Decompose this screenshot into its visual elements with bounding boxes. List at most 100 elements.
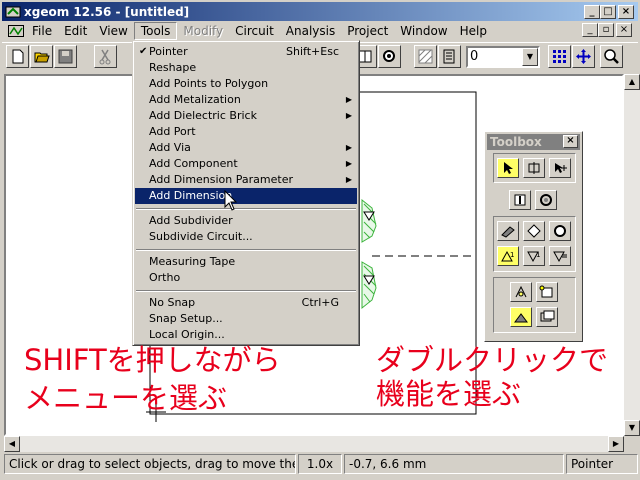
vertical-scrollbar[interactable]: ▲ ▼ [624,74,640,436]
open-icon[interactable] [30,45,53,68]
menu-item-add-points[interactable]: Add Points to Polygon [135,76,357,92]
menu-item-snap-setup[interactable]: Snap Setup... [135,311,357,327]
menu-project[interactable]: Project [341,22,394,40]
chevron-down-icon[interactable]: ▼ [522,48,538,66]
menu-modify[interactable]: Modify [177,22,229,40]
doc-icon[interactable] [6,23,26,39]
menu-item-add-metalization[interactable]: Add Metalization ▶ [135,92,357,108]
annotation-right-line1: ダブルクリックで [376,343,609,377]
horizontal-scrollbar[interactable]: ◀ ▶ [4,436,624,452]
menu-item-measuring-tape[interactable]: Measuring Tape [135,254,357,270]
save-icon[interactable] [54,45,77,68]
submenu-arrow-icon: ▶ [345,95,352,104]
port-down-tool-icon[interactable]: 1 [523,246,545,266]
menu-item-add-dimension-parameter[interactable]: Add Dimension Parameter ▶ [135,172,357,188]
menu-separator [135,204,357,213]
zoom-icon[interactable] [600,45,623,68]
submenu-arrow-icon: ▶ [345,111,352,120]
submenu-arrow-icon: ▶ [345,143,352,152]
menu-item-local-origin[interactable]: Local Origin... [135,327,357,343]
annotation-right-line2: 機能を選ぶ [376,377,522,411]
status-mode: Pointer [566,454,638,474]
menu-item-subdivide-circuit[interactable]: Subdivide Circuit... [135,229,357,245]
toolbox-group-add: 1 1 [493,216,576,272]
svg-text:1: 1 [510,251,514,259]
level-value: 0 [470,49,479,64]
mouse-cursor-icon [224,190,238,211]
ring-tool-icon[interactable] [535,190,557,210]
pan-icon[interactable] [572,45,595,68]
close-button[interactable]: × [618,5,634,19]
title-bar[interactable]: xgeom 12.56 - [untitled] _ □ × [2,2,638,21]
menu-file[interactable]: File [26,22,58,40]
origin-tool-icon[interactable] [536,282,558,302]
svg-text:1: 1 [536,251,540,259]
menu-tools[interactable]: Tools [133,22,178,40]
via-tool-icon[interactable] [509,190,531,210]
scroll-corner [624,436,640,452]
level-select[interactable]: 0 ▼ [466,46,540,68]
menu-window[interactable]: Window [394,22,453,40]
scroll-left-icon[interactable]: ◀ [4,436,20,452]
menu-item-add-component[interactable]: Add Component ▶ [135,156,357,172]
hatch-fill-tool-icon[interactable] [510,307,532,327]
gear-icon[interactable] [378,45,401,68]
menu-analysis[interactable]: Analysis [280,22,341,40]
annotation-left-line2: メニューを選ぶ [24,381,228,415]
menu-item-reshape[interactable]: Reshape [135,60,357,76]
scroll-down-icon[interactable]: ▼ [624,420,640,436]
menu-separator [135,245,357,254]
status-bar: Click or drag to select objects, drag to… [0,452,640,476]
menu-item-add-dielectric[interactable]: Add Dielectric Brick ▶ [135,108,357,124]
component-tool-icon[interactable] [549,221,571,241]
toolbox-group-misc [493,277,576,333]
app-icon[interactable] [5,4,21,20]
menu-separator [135,286,357,295]
doc-minimize-button[interactable]: _ [582,23,598,37]
layer-tool-icon[interactable] [536,307,558,327]
status-zoom: 1.0x [298,454,342,474]
new-icon[interactable] [6,45,29,68]
menu-bar: File Edit View Tools Modify Circuit Anal… [2,21,638,41]
menu-item-pointer[interactable]: ✔ Pointer Shift+Esc [135,44,357,60]
port-equal-tool-icon[interactable] [549,246,571,266]
cut-icon[interactable] [94,45,117,68]
menu-help[interactable]: Help [454,22,493,40]
menu-item-add-dimension[interactable]: Add Dimension [135,188,357,204]
menu-edit[interactable]: Edit [58,22,93,40]
scroll-up-icon[interactable]: ▲ [624,74,640,90]
grid-icon[interactable] [548,45,571,68]
menu-item-add-subdivider[interactable]: Add Subdivider [135,213,357,229]
tape-tool-icon[interactable] [510,282,532,302]
tools-dropdown-menu: ✔ Pointer Shift+Esc Reshape Add Points to … [132,40,360,346]
annotation-left-line1: SHIFTを押しながら [24,343,281,377]
hatch-icon[interactable] [414,45,437,68]
toolbox-title: Toolbox [490,135,542,149]
minimize-button[interactable]: _ [584,5,600,19]
toolbox-palette[interactable]: Toolbox × 1 1 [484,131,583,342]
menu-item-no-snap[interactable]: No Snap Ctrl+G [135,295,357,311]
toolbox-close-button[interactable]: × [563,135,578,148]
app-window: xgeom 12.56 - [untitled] _ □ × File Edit… [0,0,640,480]
dielectric-tool-icon[interactable] [523,221,545,241]
submenu-arrow-icon: ▶ [345,159,352,168]
status-coords: -0.7, 6.6 mm [344,454,564,474]
add-point-tool-icon[interactable] [549,158,571,178]
menu-item-ortho[interactable]: Ortho [135,270,357,286]
layers-icon[interactable] [438,45,461,68]
doc-restore-button[interactable]: ▫ [598,23,614,37]
scroll-right-icon[interactable]: ▶ [608,436,624,452]
menu-item-add-port[interactable]: Add Port [135,124,357,140]
menu-item-add-via[interactable]: Add Via ▶ [135,140,357,156]
toolbox-group-select [493,153,576,183]
pointer-tool-icon[interactable] [497,158,519,178]
menu-view[interactable]: View [93,22,133,40]
toolbox-title-bar[interactable]: Toolbox × [487,134,580,150]
port-tool-icon[interactable]: 1 [497,246,519,266]
reshape-tool-icon[interactable] [523,158,545,178]
maximize-button[interactable]: □ [600,5,616,19]
check-icon: ✔ [139,46,148,57]
doc-close-button[interactable]: × [616,23,632,37]
metal-tool-icon[interactable] [497,221,519,241]
menu-circuit[interactable]: Circuit [229,22,280,40]
